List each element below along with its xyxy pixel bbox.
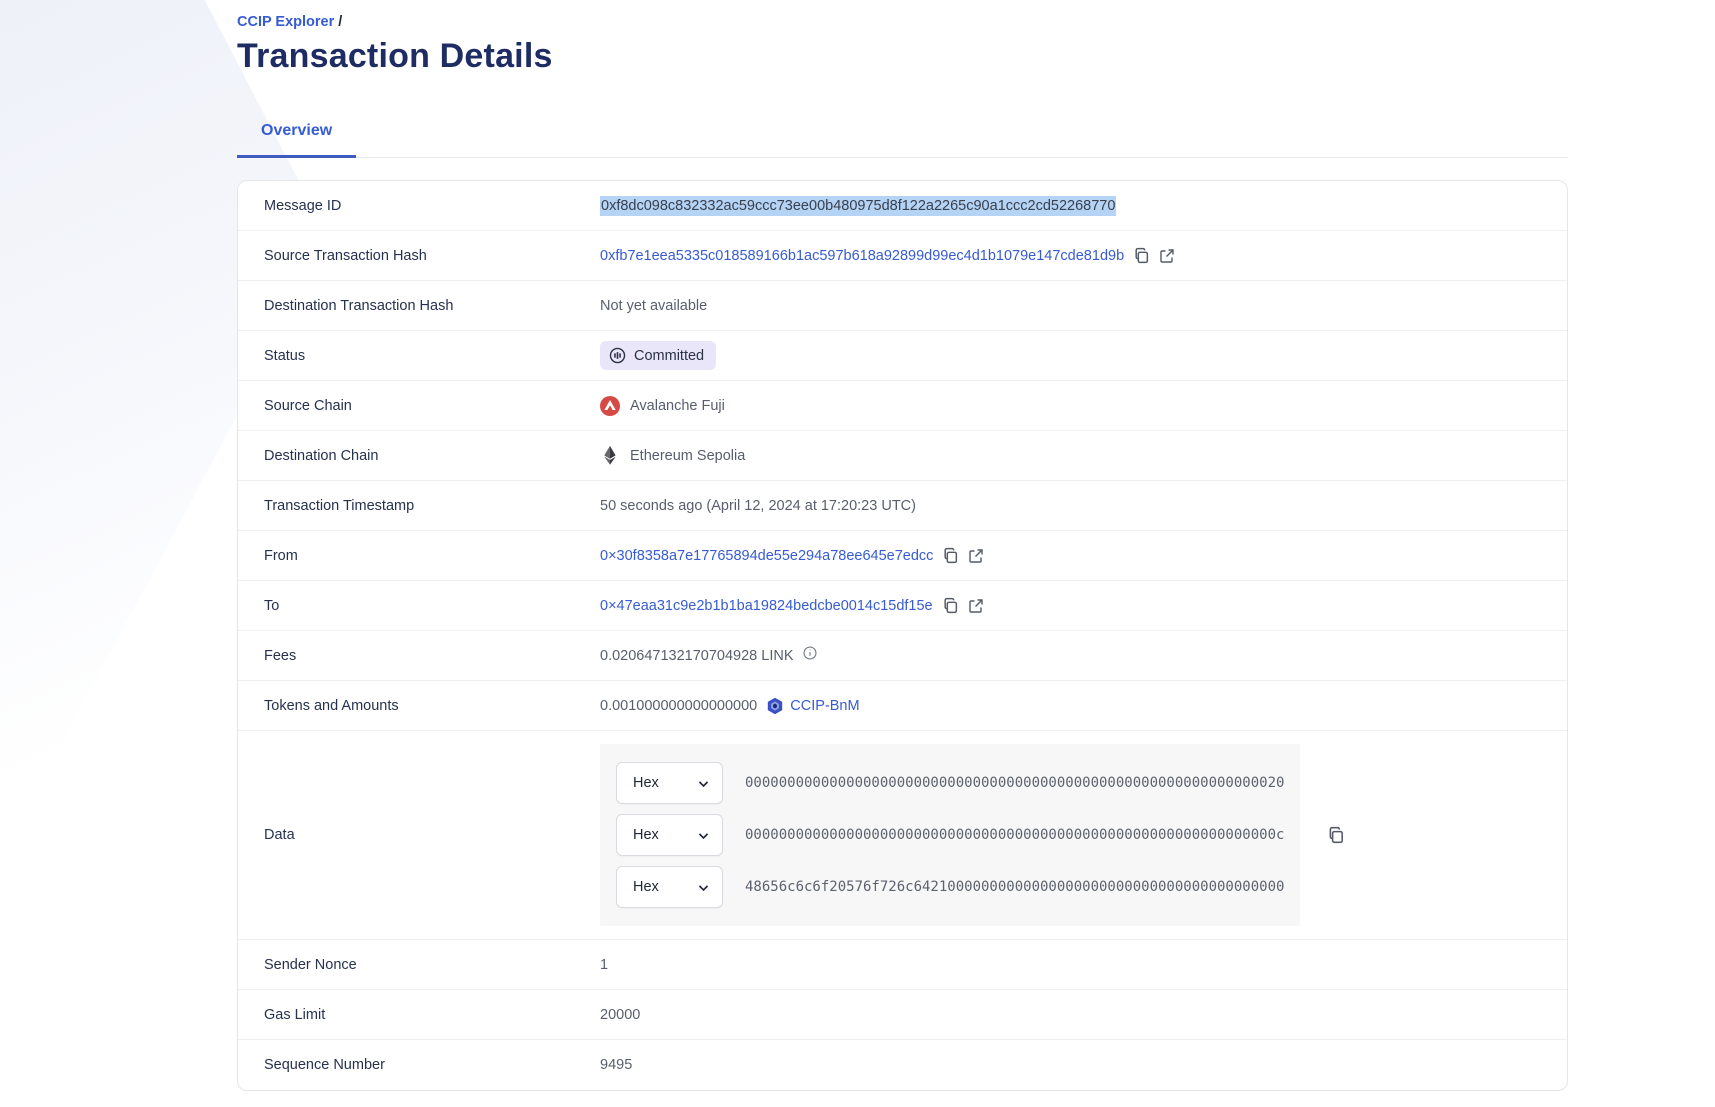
external-link-icon[interactable] (968, 598, 984, 614)
timestamp-label: Transaction Timestamp (264, 498, 600, 514)
from-address-link[interactable]: 0×30f8358a7e17765894de55e294a78ee645e7ed… (600, 548, 933, 564)
tab-overview[interactable]: Overview (237, 122, 356, 158)
dest-tx-hash-label: Destination Transaction Hash (264, 298, 600, 314)
row-tokens-amounts: Tokens and Amounts 0.001000000000000000 … (238, 681, 1567, 731)
info-icon[interactable] (803, 646, 817, 660)
row-status: Status Committed (238, 331, 1567, 381)
source-chain-name: Avalanche Fuji (630, 398, 725, 414)
external-link-icon[interactable] (1159, 248, 1175, 264)
committed-status-icon (609, 347, 626, 364)
sequence-number-value: 9495 (600, 1057, 632, 1073)
data-line: Hex 000000000000000000000000000000000000… (616, 814, 1284, 856)
row-dest-tx-hash: Destination Transaction Hash Not yet ava… (238, 281, 1567, 331)
sender-nonce-label: Sender Nonce (264, 957, 600, 973)
row-sender-nonce: Sender Nonce 1 (238, 940, 1567, 990)
row-message-id: Message ID 0xf8dc098c832332ac59ccc73ee00… (238, 181, 1567, 231)
data-label: Data (264, 827, 600, 843)
tokens-amounts-label: Tokens and Amounts (264, 698, 600, 714)
row-dest-chain: Destination Chain Ethereum Sepolia (238, 431, 1567, 481)
ccip-bnm-token-icon (766, 697, 784, 715)
data-line: Hex 48656c6c6f20576f726c6421000000000000… (616, 866, 1284, 908)
source-chain-label: Source Chain (264, 398, 600, 414)
fees-label: Fees (264, 648, 600, 664)
timestamp-value: 50 seconds ago (April 12, 2024 at 17:20:… (600, 498, 916, 514)
data-format-select[interactable]: Hex (616, 762, 723, 804)
source-tx-hash-link[interactable]: 0xfb7e1eea5335c018589166b1ac597b618a9289… (600, 248, 1124, 264)
chevron-down-icon (697, 777, 710, 790)
token-link[interactable]: CCIP-BnM (766, 697, 859, 715)
row-gas-limit: Gas Limit 20000 (238, 990, 1567, 1040)
row-source-chain: Source Chain Avalanche Fuji (238, 381, 1567, 431)
row-sequence-number: Sequence Number 9495 (238, 1040, 1567, 1090)
data-hex-box: Hex 000000000000000000000000000000000000… (600, 744, 1300, 926)
status-badge-text: Committed (634, 348, 704, 364)
gas-limit-value: 20000 (600, 1007, 640, 1023)
sender-nonce-value: 1 (600, 957, 608, 973)
token-amount: 0.001000000000000000 (600, 698, 757, 714)
data-format-value: Hex (633, 827, 659, 843)
data-hex-value: 0000000000000000000000000000000000000000… (745, 775, 1284, 791)
external-link-icon[interactable] (968, 548, 984, 564)
row-data: Data Hex 0000000000000000000000000000000… (238, 731, 1567, 940)
copy-icon[interactable] (1133, 247, 1150, 264)
row-from: From 0×30f8358a7e17765894de55e294a78ee64… (238, 531, 1567, 581)
data-format-select[interactable]: Hex (616, 814, 723, 856)
dest-tx-hash-value: Not yet available (600, 298, 707, 314)
ethereum-icon (600, 446, 620, 465)
source-tx-hash-label: Source Transaction Hash (264, 248, 600, 264)
transaction-details-card: Message ID 0xf8dc098c832332ac59ccc73ee00… (237, 180, 1568, 1091)
to-label: To (264, 598, 600, 614)
status-badge: Committed (600, 341, 716, 370)
breadcrumb-separator: / (338, 14, 342, 30)
dest-chain-label: Destination Chain (264, 448, 600, 464)
page-title: Transaction Details (237, 37, 1568, 76)
transaction-details-page: CCIP Explorer/ Transaction Details Overv… (237, 0, 1568, 1091)
token-name: CCIP-BnM (790, 698, 859, 714)
to-address-link[interactable]: 0×47eaa31c9e2b1b1ba19824bedcbe0014c15df1… (600, 598, 933, 614)
chevron-down-icon (697, 881, 710, 894)
message-id-value: 0xf8dc098c832332ac59ccc73ee00b480975d8f1… (600, 196, 1116, 216)
dest-chain-name: Ethereum Sepolia (630, 448, 745, 464)
from-label: From (264, 548, 600, 564)
message-id-label: Message ID (264, 198, 600, 214)
row-fees: Fees 0.020647132170704928 LINK (238, 631, 1567, 681)
data-line: Hex 000000000000000000000000000000000000… (616, 762, 1284, 804)
gas-limit-label: Gas Limit (264, 1007, 600, 1023)
copy-icon[interactable] (942, 547, 959, 564)
avalanche-icon (600, 396, 620, 416)
fees-value: 0.020647132170704928 LINK (600, 648, 794, 664)
data-hex-value: 0000000000000000000000000000000000000000… (745, 827, 1284, 843)
tab-bar: Overview (237, 122, 1568, 158)
row-to: To 0×47eaa31c9e2b1b1ba19824bedcbe0014c15… (238, 581, 1567, 631)
status-label: Status (264, 348, 600, 364)
copy-icon[interactable] (1327, 826, 1345, 844)
data-format-select[interactable]: Hex (616, 866, 723, 908)
breadcrumb-link-ccip-explorer[interactable]: CCIP Explorer (237, 14, 334, 30)
data-hex-value: 48656c6c6f20576f726c64210000000000000000… (745, 879, 1284, 895)
row-timestamp: Transaction Timestamp 50 seconds ago (Ap… (238, 481, 1567, 531)
sequence-number-label: Sequence Number (264, 1057, 600, 1073)
data-format-value: Hex (633, 879, 659, 895)
row-source-tx-hash: Source Transaction Hash 0xfb7e1eea5335c0… (238, 231, 1567, 281)
copy-icon[interactable] (942, 597, 959, 614)
chevron-down-icon (697, 829, 710, 842)
breadcrumb: CCIP Explorer/ (237, 0, 1568, 30)
data-format-value: Hex (633, 775, 659, 791)
